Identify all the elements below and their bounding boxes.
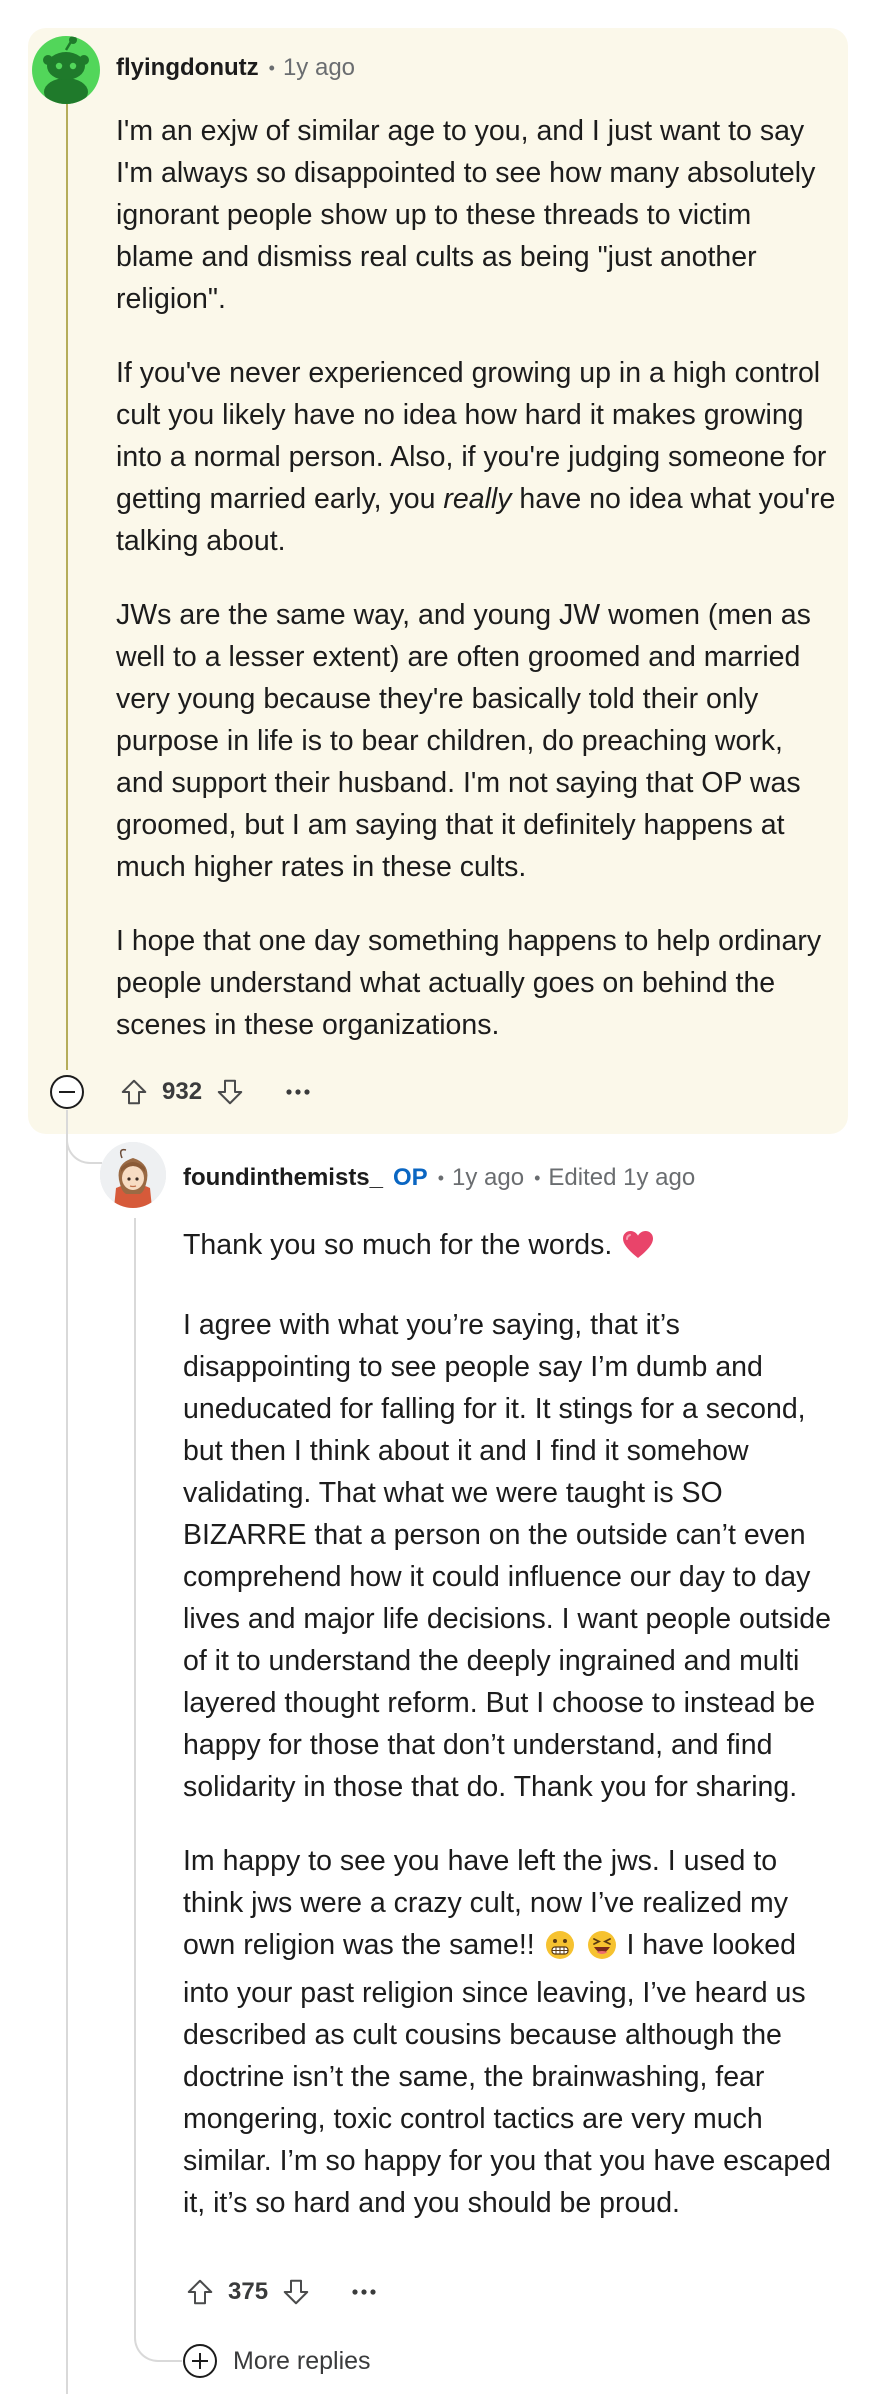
more-options-icon	[352, 2289, 376, 2295]
upvote-icon	[187, 2279, 213, 2305]
comment-timestamp[interactable]: 1y ago	[283, 54, 355, 82]
reply-author[interactable]: foundinthemists_	[183, 1164, 383, 1192]
comment-paragraph: I hope that one day something happens to…	[116, 925, 822, 1041]
more-options-icon	[286, 1089, 310, 1095]
comment-action-bar: 932	[114, 1072, 318, 1112]
reply-paragraph: Im happy to see you have left the jws. I…	[183, 1845, 831, 2219]
plus-circle-icon	[183, 2344, 217, 2378]
vote-score: 932	[162, 1078, 203, 1105]
separator-dot: •	[268, 57, 275, 78]
more-replies-button[interactable]: More replies	[183, 2344, 371, 2378]
reply-timestamp[interactable]: 1y ago	[452, 1164, 524, 1192]
reply-body: Thank you so much for the words. I agree…	[183, 1224, 843, 2256]
more-options-button[interactable]	[344, 2272, 384, 2312]
upvote-icon	[121, 1079, 147, 1105]
vote-score: 375	[228, 2278, 269, 2305]
more-replies-connector	[134, 2300, 182, 2362]
upvote-button[interactable]	[180, 2272, 220, 2312]
reply-connector	[66, 1110, 102, 1164]
collapse-icon	[59, 1091, 75, 1093]
separator-dot: •	[534, 1167, 541, 1188]
comment-body: I'm an exjw of similar age to you, and I…	[116, 110, 836, 1078]
more-options-button[interactable]	[278, 1072, 318, 1112]
downvote-button[interactable]	[210, 1072, 250, 1112]
grimacing-face-emoji-icon	[545, 1930, 575, 1972]
heart-emoji-icon	[622, 1230, 654, 1272]
reply-action-bar: 375	[180, 2272, 384, 2312]
parent-thread-line[interactable]	[66, 1110, 68, 2394]
comment-paragraph: I'm an exjw of similar age to you, and I…	[116, 115, 816, 315]
upvote-button[interactable]	[114, 1072, 154, 1112]
reply-header: foundinthemists_ OP • 1y ago • Edited 1y…	[183, 1164, 695, 1192]
anime-character-avatar-icon	[100, 1142, 166, 1208]
reply-avatar[interactable]	[100, 1142, 166, 1208]
more-replies-label: More replies	[233, 2346, 371, 2375]
downvote-icon	[283, 2279, 309, 2305]
reply-paragraph: Thank you so much for the words.	[183, 1224, 843, 1272]
emphasized-text: really	[443, 483, 512, 515]
edited-label: Edited 1y ago	[548, 1164, 696, 1191]
separator-dot: •	[437, 1167, 445, 1188]
op-badge: OP	[393, 1164, 428, 1191]
reply-paragraph: I agree with what you’re saying, that it…	[183, 1309, 831, 1803]
comment-paragraph: If you've never experienced growing up i…	[116, 357, 836, 557]
comment-author[interactable]: flyingdonutz	[116, 54, 259, 82]
snoo-avatar-icon	[43, 36, 89, 104]
commenter-avatar[interactable]	[32, 36, 100, 104]
reply-thread-line[interactable]	[134, 1218, 136, 2330]
comment-paragraph: JWs are the same way, and young JW women…	[116, 599, 811, 883]
collapse-thread-button[interactable]	[50, 1075, 84, 1109]
comment-thread-line[interactable]	[66, 96, 68, 1070]
downvote-button[interactable]	[276, 2272, 316, 2312]
downvote-icon	[217, 1079, 243, 1105]
comment-header: flyingdonutz • 1y ago	[116, 54, 355, 82]
squinting-laughing-face-emoji-icon	[587, 1930, 617, 1972]
